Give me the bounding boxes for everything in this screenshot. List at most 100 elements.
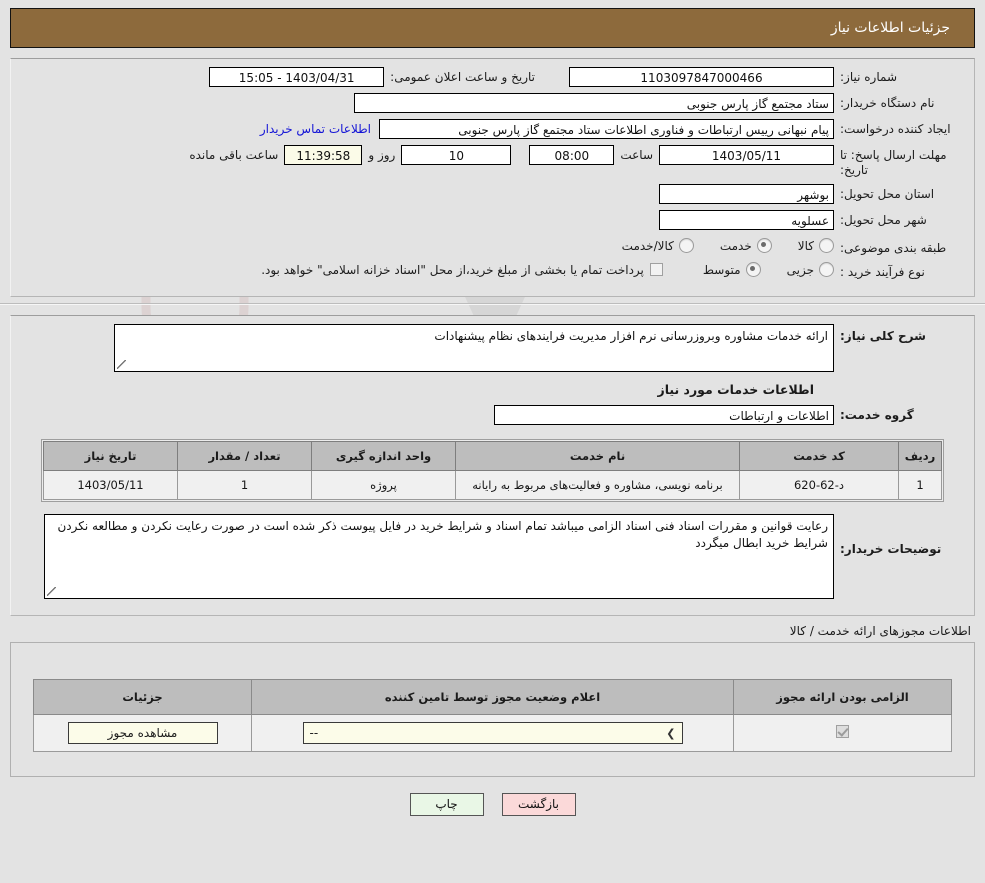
row-creator: ایجاد کننده درخواست: پیام نبهانی رییس ار… xyxy=(23,119,962,139)
treasury-checkbox-label: پرداخت تمام یا بخشی از مبلغ خرید،از محل … xyxy=(261,263,644,277)
row-buyer-notes: توضیحات خریدار: رعایت قوانین و مقررات اس… xyxy=(23,514,962,599)
footer-buttons: بازگشت چاپ xyxy=(0,793,985,816)
th-qty: تعداد / مقدار xyxy=(178,442,312,471)
row-province: استان محل تحویل: بوشهر xyxy=(23,184,962,204)
need-info-panel: شماره نیاز: 1103097847000466 تاریخ و ساع… xyxy=(10,58,975,297)
license-required-checkbox xyxy=(836,725,849,738)
license-status-dropdown[interactable]: ❯ -- xyxy=(303,722,683,744)
radio-process-motevaset[interactable]: متوسط xyxy=(703,262,761,277)
countdown-timer-field: 11:39:58 xyxy=(284,145,362,165)
services-section-title: اطلاعات خدمات مورد نیاز xyxy=(23,382,962,397)
chevron-down-icon: ❯ xyxy=(666,727,675,740)
row-classification: طبقه بندی موضوعی: کالا خدمت کالا/خدمت xyxy=(23,238,962,256)
view-license-button[interactable]: مشاهده مجوز xyxy=(68,722,218,744)
radio-indicator-selected[interactable] xyxy=(746,262,761,277)
hour-label: ساعت xyxy=(614,148,659,162)
row-process-type: نوع فرآیند خرید : جزیی متوسط پرداخت تمام… xyxy=(23,262,962,280)
service-group-label: گروه خدمت: xyxy=(834,405,962,423)
licenses-table-header-row: الزامی بودن ارائه مجوز اعلام وضعیت مجوز … xyxy=(34,680,952,715)
cell-name: برنامه نویسی، مشاوره و فعالیت‌های مربوط … xyxy=(456,471,740,500)
services-table: ردیف کد خدمت نام خدمت واحد اندازه گیری ت… xyxy=(43,441,942,500)
process-type-label: نوع فرآیند خرید : xyxy=(834,262,962,280)
buyer-notes-textarea[interactable]: رعایت قوانین و مقررات اسناد فنی اسناد ال… xyxy=(44,514,834,599)
province-field[interactable]: بوشهر xyxy=(659,184,834,204)
cell-license-details: مشاهده مجوز xyxy=(34,715,252,752)
print-button[interactable]: چاپ xyxy=(410,793,484,816)
days-label: روز و xyxy=(362,148,401,162)
city-label: شهر محل تحویل: xyxy=(834,210,962,228)
creator-label: ایجاد کننده درخواست: xyxy=(834,119,962,137)
row-buyer-org: نام دستگاه خریدار: ستاد مجتمع گاز پارس ج… xyxy=(23,93,962,113)
table-row: 1 د-62-620 برنامه نویسی، مشاوره و فعالیت… xyxy=(44,471,942,500)
radio-label: متوسط xyxy=(703,263,741,277)
radio-indicator[interactable] xyxy=(679,238,694,253)
radio-classification-khedmat[interactable]: خدمت xyxy=(720,238,772,253)
buyer-org-label: نام دستگاه خریدار: xyxy=(834,93,962,111)
row-deadline: مهلت ارسال پاسخ: تا تاریخ: 1403/05/11 سا… xyxy=(23,145,962,178)
licenses-table: الزامی بودن ارائه مجوز اعلام وضعیت مجوز … xyxy=(33,679,952,752)
classification-radio-group: کالا خدمت کالا/خدمت xyxy=(596,238,834,253)
cell-qty: 1 xyxy=(178,471,312,500)
service-details-panel: شرح کلی نیاز: ارائه خدمات مشاوره وبروزرس… xyxy=(10,315,975,616)
radio-process-jozei[interactable]: جزیی xyxy=(787,262,834,277)
row-general-need: شرح کلی نیاز: ارائه خدمات مشاوره وبروزرس… xyxy=(23,324,962,372)
licenses-panel: الزامی بودن ارائه مجوز اعلام وضعیت مجوز … xyxy=(10,642,975,777)
th-date: تاریخ نیاز xyxy=(44,442,178,471)
services-table-wrapper: ردیف کد خدمت نام خدمت واحد اندازه گیری ت… xyxy=(41,439,944,502)
radio-label: خدمت xyxy=(720,239,752,253)
services-table-header-row: ردیف کد خدمت نام خدمت واحد اندازه گیری ت… xyxy=(44,442,942,471)
public-announce-label: تاریخ و ساعت اعلان عمومی: xyxy=(384,70,541,84)
cell-unit: پروژه xyxy=(312,471,456,500)
public-announce-field[interactable]: 1403/04/31 - 15:05 xyxy=(209,67,384,87)
radio-classification-kala-khedmat[interactable]: کالا/خدمت xyxy=(622,238,694,253)
row-service-group: گروه خدمت: اطلاعات و ارتباطات xyxy=(23,405,962,425)
table-row: ❯ -- مشاهده مجوز xyxy=(34,715,952,752)
general-need-textarea[interactable]: ارائه خدمات مشاوره وبروزرسانی نرم افزار … xyxy=(114,324,834,372)
deadline-hour-field[interactable]: 08:00 xyxy=(529,145,614,165)
cell-code: د-62-620 xyxy=(740,471,899,500)
th-code: کد خدمت xyxy=(740,442,899,471)
radio-indicator[interactable] xyxy=(819,238,834,253)
row-need-number: شماره نیاز: 1103097847000466 تاریخ و ساع… xyxy=(23,67,962,87)
th-license-status: اعلام وضعیت مجوز توسط تامین کننده xyxy=(252,680,734,715)
province-label: استان محل تحویل: xyxy=(834,184,962,202)
deadline-date-field[interactable]: 1403/05/11 xyxy=(659,145,834,165)
th-license-details: جزئیات xyxy=(34,680,252,715)
radio-label: کالا/خدمت xyxy=(622,239,674,253)
radio-indicator-selected[interactable] xyxy=(757,238,772,253)
days-remaining-field[interactable]: 10 xyxy=(401,145,511,165)
row-city: شهر محل تحویل: عسلویه xyxy=(23,210,962,230)
radio-label: جزیی xyxy=(787,263,814,277)
general-need-label: شرح کلی نیاز: xyxy=(834,324,962,344)
radio-indicator[interactable] xyxy=(819,262,834,277)
cell-license-required xyxy=(734,715,952,752)
cell-date: 1403/05/11 xyxy=(44,471,178,500)
creator-field[interactable]: پیام نبهانی رییس ارتباطات و فناوری اطلاع… xyxy=(379,119,834,139)
license-status-value: -- xyxy=(310,726,319,740)
need-number-label: شماره نیاز: xyxy=(834,67,962,85)
radio-label: کالا xyxy=(798,239,814,253)
buyer-org-field[interactable]: ستاد مجتمع گاز پارس جنوبی xyxy=(354,93,834,113)
licenses-caption: اطلاعات مجوزهای ارائه خدمت / کالا xyxy=(0,624,971,638)
need-number-field[interactable]: 1103097847000466 xyxy=(569,67,834,87)
th-row: ردیف xyxy=(899,442,942,471)
cell-row: 1 xyxy=(899,471,942,500)
th-unit: واحد اندازه گیری xyxy=(312,442,456,471)
buyer-notes-label: توضیحات خریدار: xyxy=(834,514,962,557)
deadline-label: مهلت ارسال پاسخ: تا تاریخ: xyxy=(834,145,962,178)
city-field[interactable]: عسلویه xyxy=(659,210,834,230)
treasury-checkbox-item[interactable]: پرداخت تمام یا بخشی از مبلغ خرید،از محل … xyxy=(261,263,663,277)
th-license-required: الزامی بودن ارائه مجوز xyxy=(734,680,952,715)
th-name: نام خدمت xyxy=(456,442,740,471)
cell-license-status: ❯ -- xyxy=(252,715,734,752)
service-group-field[interactable]: اطلاعات و ارتباطات xyxy=(494,405,834,425)
buyer-contact-link[interactable]: اطلاعات تماس خریدار xyxy=(252,122,379,136)
treasury-checkbox[interactable] xyxy=(650,263,663,276)
radio-classification-kala[interactable]: کالا xyxy=(798,238,834,253)
process-type-radio-group: جزیی متوسط xyxy=(677,262,834,277)
back-button[interactable]: بازگشت xyxy=(502,793,576,816)
classification-label: طبقه بندی موضوعی: xyxy=(834,238,962,256)
divider xyxy=(0,303,985,305)
page-header: جزئیات اطلاعات نیاز xyxy=(10,8,975,48)
page-title: جزئیات اطلاعات نیاز xyxy=(831,20,974,36)
